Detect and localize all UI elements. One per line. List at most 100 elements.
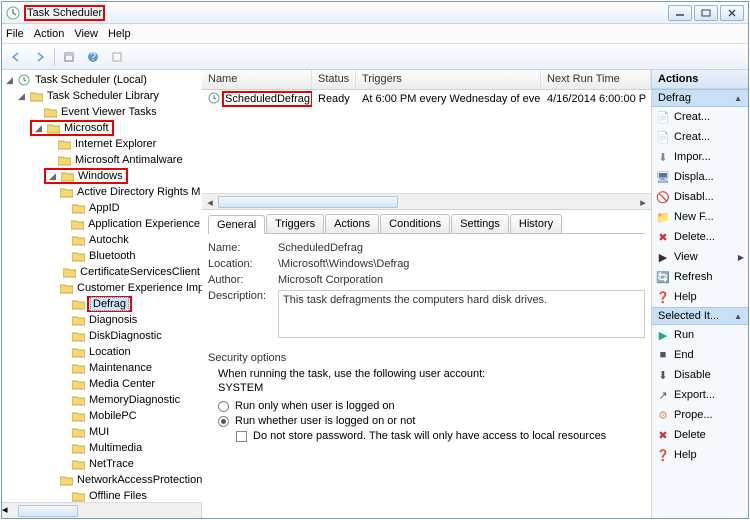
tree-item-location[interactable]: Location [2, 344, 202, 360]
action-displa[interactable]: 🖥Displa... [652, 167, 748, 187]
action-creat[interactable]: 📄Creat... [652, 127, 748, 147]
menu-help[interactable]: Help [108, 28, 131, 40]
tree-item-mobilepc[interactable]: MobilePC [2, 408, 202, 424]
col-next[interactable]: Next Run Time [541, 70, 651, 89]
tree-item-label: Defrag [90, 297, 129, 311]
forward-button[interactable] [30, 47, 50, 67]
action-creat[interactable]: 📄Creat... [652, 107, 748, 127]
titlebar[interactable]: Task Scheduler [2, 2, 748, 24]
tree-item-label: Autochk [87, 234, 131, 246]
tree-event-viewer[interactable]: Event Viewer Tasks [2, 104, 202, 120]
folder-icon [71, 378, 85, 390]
action-label: New F... [674, 211, 714, 223]
expander-icon[interactable]: ◢ [33, 123, 44, 134]
tree-item-defrag[interactable]: Defrag [2, 296, 202, 312]
scroll-left-icon[interactable]: ◂ [202, 194, 218, 210]
folder-icon [57, 138, 71, 150]
actions-group-defrag[interactable]: Defrag▲ [652, 89, 748, 107]
tree-item-label: NetTrace [87, 458, 136, 470]
scroll-thumb[interactable] [18, 505, 78, 517]
tree-item-nettrace[interactable]: NetTrace [2, 456, 202, 472]
tree-root[interactable]: ◢ Task Scheduler (Local) [2, 72, 202, 88]
col-status[interactable]: Status [312, 70, 356, 89]
action-label: Export... [674, 389, 715, 401]
tree-windows[interactable]: ◢ Windows [2, 168, 202, 184]
tab-triggers[interactable]: Triggers [266, 214, 324, 233]
scroll-thumb[interactable] [218, 196, 398, 208]
col-name[interactable]: Name [202, 70, 312, 89]
tab-general[interactable]: General [208, 215, 265, 234]
navigation-tree[interactable]: ◢ Task Scheduler (Local) ◢ Task Schedule… [2, 70, 202, 502]
tree-item-multimedia[interactable]: Multimedia [2, 440, 202, 456]
tree-ie[interactable]: Internet Explorer [2, 136, 202, 152]
tree-item-appid[interactable]: AppID [2, 200, 202, 216]
menu-view[interactable]: View [74, 28, 98, 40]
tree-item-networkaccessprotection[interactable]: NetworkAccessProtection [2, 472, 202, 488]
tree-item-active-directory-rights-m[interactable]: Active Directory Rights M [2, 184, 202, 200]
tree-item-label: Diagnosis [87, 314, 139, 326]
action-delete[interactable]: ✖Delete... [652, 227, 748, 247]
folder-icon [71, 442, 85, 454]
action-impor[interactable]: ⬇Impor... [652, 147, 748, 167]
action-view[interactable]: ▶View▶ [652, 247, 748, 267]
col-triggers[interactable]: Triggers [356, 70, 541, 89]
toolbar-help-icon[interactable]: ? [83, 47, 103, 67]
tab-conditions[interactable]: Conditions [380, 214, 450, 233]
tree-item-memorydiagnostic[interactable]: MemoryDiagnostic [2, 392, 202, 408]
toolbar-refresh-icon[interactable] [59, 47, 79, 67]
radio-logged-on[interactable]: Run only when user is logged on [218, 400, 645, 412]
actions-pane: Actions Defrag▲ 📄Creat...📄Creat...⬇Impor… [652, 70, 748, 518]
action-help[interactable]: ❓Help [652, 287, 748, 307]
tree-item-diskdiagnostic[interactable]: DiskDiagnostic [2, 328, 202, 344]
checkbox-password[interactable]: Do not store password. The task will onl… [236, 430, 645, 442]
tab-settings[interactable]: Settings [451, 214, 509, 233]
tree-item-offline-files[interactable]: Offline Files [2, 488, 202, 502]
action-new-f[interactable]: 📁New F... [652, 207, 748, 227]
tree-item-certificateservicesclient[interactable]: CertificateServicesClient [2, 264, 202, 280]
action-disabl[interactable]: 🚫Disabl... [652, 187, 748, 207]
action-label: View [674, 251, 698, 263]
tree-library[interactable]: ◢ Task Scheduler Library [2, 88, 202, 104]
action-end[interactable]: ■End [652, 345, 748, 365]
back-button[interactable] [6, 47, 26, 67]
scroll-right-icon[interactable]: ▸ [635, 194, 651, 210]
tree-item-bluetooth[interactable]: Bluetooth [2, 248, 202, 264]
tree-item-autochk[interactable]: Autochk [2, 232, 202, 248]
tree-item-mui[interactable]: MUI [2, 424, 202, 440]
list-body[interactable]: ScheduledDefrag Ready At 6:00 PM every W… [202, 90, 651, 193]
action-prope[interactable]: ⚙Prope... [652, 405, 748, 425]
close-button[interactable] [720, 5, 744, 21]
action-help[interactable]: ❓Help [652, 445, 748, 465]
tab-actions[interactable]: Actions [325, 214, 379, 233]
maximize-button[interactable] [694, 5, 718, 21]
toolbar-action-icon[interactable] [107, 47, 127, 67]
tree-hscrollbar[interactable]: ◂ ▸ [2, 502, 201, 518]
menu-file[interactable]: File [6, 28, 24, 40]
action-export[interactable]: ↗Export... [652, 385, 748, 405]
expander-icon[interactable]: ◢ [4, 75, 15, 86]
action-refresh[interactable]: 🔄Refresh [652, 267, 748, 287]
tree-item-application-experience[interactable]: Application Experience [2, 216, 202, 232]
action-label: Delete [674, 429, 706, 441]
expander-icon[interactable]: ◢ [16, 91, 27, 102]
tree-item-customer-experience-imp[interactable]: Customer Experience Imp [2, 280, 202, 296]
action-disable[interactable]: ⬇Disable [652, 365, 748, 385]
radio-logged-off[interactable]: Run whether user is logged on or not [218, 415, 645, 427]
list-hscrollbar[interactable]: ◂ ▸ [202, 193, 651, 209]
name-value: ScheduledDefrag [278, 242, 645, 254]
tab-history[interactable]: History [510, 214, 562, 233]
menu-action[interactable]: Action [34, 28, 65, 40]
expander-icon[interactable]: ◢ [47, 171, 58, 182]
folder-icon [60, 474, 73, 486]
tree-antimalware[interactable]: Microsoft Antimalware [2, 152, 202, 168]
tree-item-diagnosis[interactable]: Diagnosis [2, 312, 202, 328]
tree-microsoft[interactable]: ◢ Microsoft [2, 120, 202, 136]
task-row[interactable]: ScheduledDefrag Ready At 6:00 PM every W… [202, 90, 651, 108]
minimize-button[interactable] [668, 5, 692, 21]
window-title: Task Scheduler [24, 5, 105, 21]
actions-group-selected[interactable]: Selected It...▲ [652, 307, 748, 325]
action-run[interactable]: ▶Run [652, 325, 748, 345]
tree-item-media-center[interactable]: Media Center [2, 376, 202, 392]
action-delete[interactable]: ✖Delete [652, 425, 748, 445]
tree-item-maintenance[interactable]: Maintenance [2, 360, 202, 376]
